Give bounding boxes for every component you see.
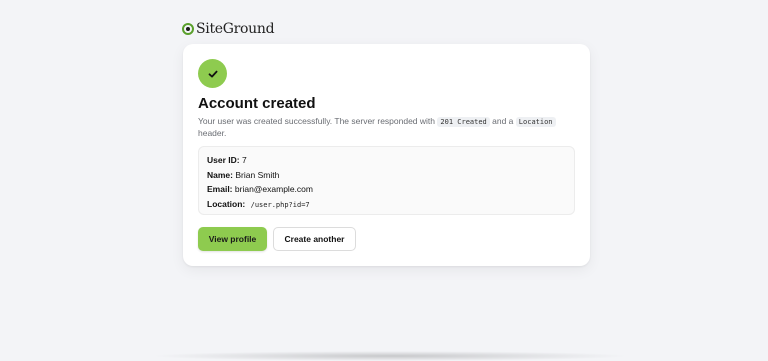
detail-label: Location: xyxy=(207,198,246,209)
brand-name: SiteGround xyxy=(196,21,275,37)
description-text: and a xyxy=(492,116,514,126)
account-created-card: Account created Your user was created su… xyxy=(183,44,590,266)
detail-row-location: Location: /user.php?id=7 xyxy=(207,197,566,213)
location-header-code: Location xyxy=(515,117,556,127)
detail-row-email: Email: brian@example.com xyxy=(207,182,566,197)
success-description: Your user was created successfully. The … xyxy=(198,116,573,138)
detail-label: User ID: xyxy=(207,155,240,165)
success-badge xyxy=(198,59,227,88)
detail-label: Email: xyxy=(207,184,233,194)
create-another-button[interactable]: Create another xyxy=(273,227,356,251)
description-text: Your user was created successfully. The … xyxy=(198,116,436,126)
view-profile-button[interactable]: View profile xyxy=(198,227,267,251)
siteground-logo-icon xyxy=(182,23,194,35)
description-text: header. xyxy=(198,127,227,138)
detail-value: 7 xyxy=(241,155,247,165)
detail-value: /user.php?id=7 xyxy=(250,200,310,209)
check-icon xyxy=(208,70,217,77)
detail-label: Name: xyxy=(207,169,233,180)
page-title: Account created xyxy=(198,95,316,112)
user-details: User ID: 7 Name: Brian Smith Email: bria… xyxy=(198,146,575,215)
status-code: 201 Created xyxy=(437,117,490,127)
detail-value: Brian Smith xyxy=(235,169,280,180)
brand-logo: SiteGround xyxy=(182,20,275,38)
detail-value: brian@example.com xyxy=(234,184,313,194)
detail-row-user-id: User ID: 7 xyxy=(207,153,566,168)
detail-row-name: Name: Brian Smith xyxy=(207,168,566,183)
bottom-shadow xyxy=(150,351,630,361)
